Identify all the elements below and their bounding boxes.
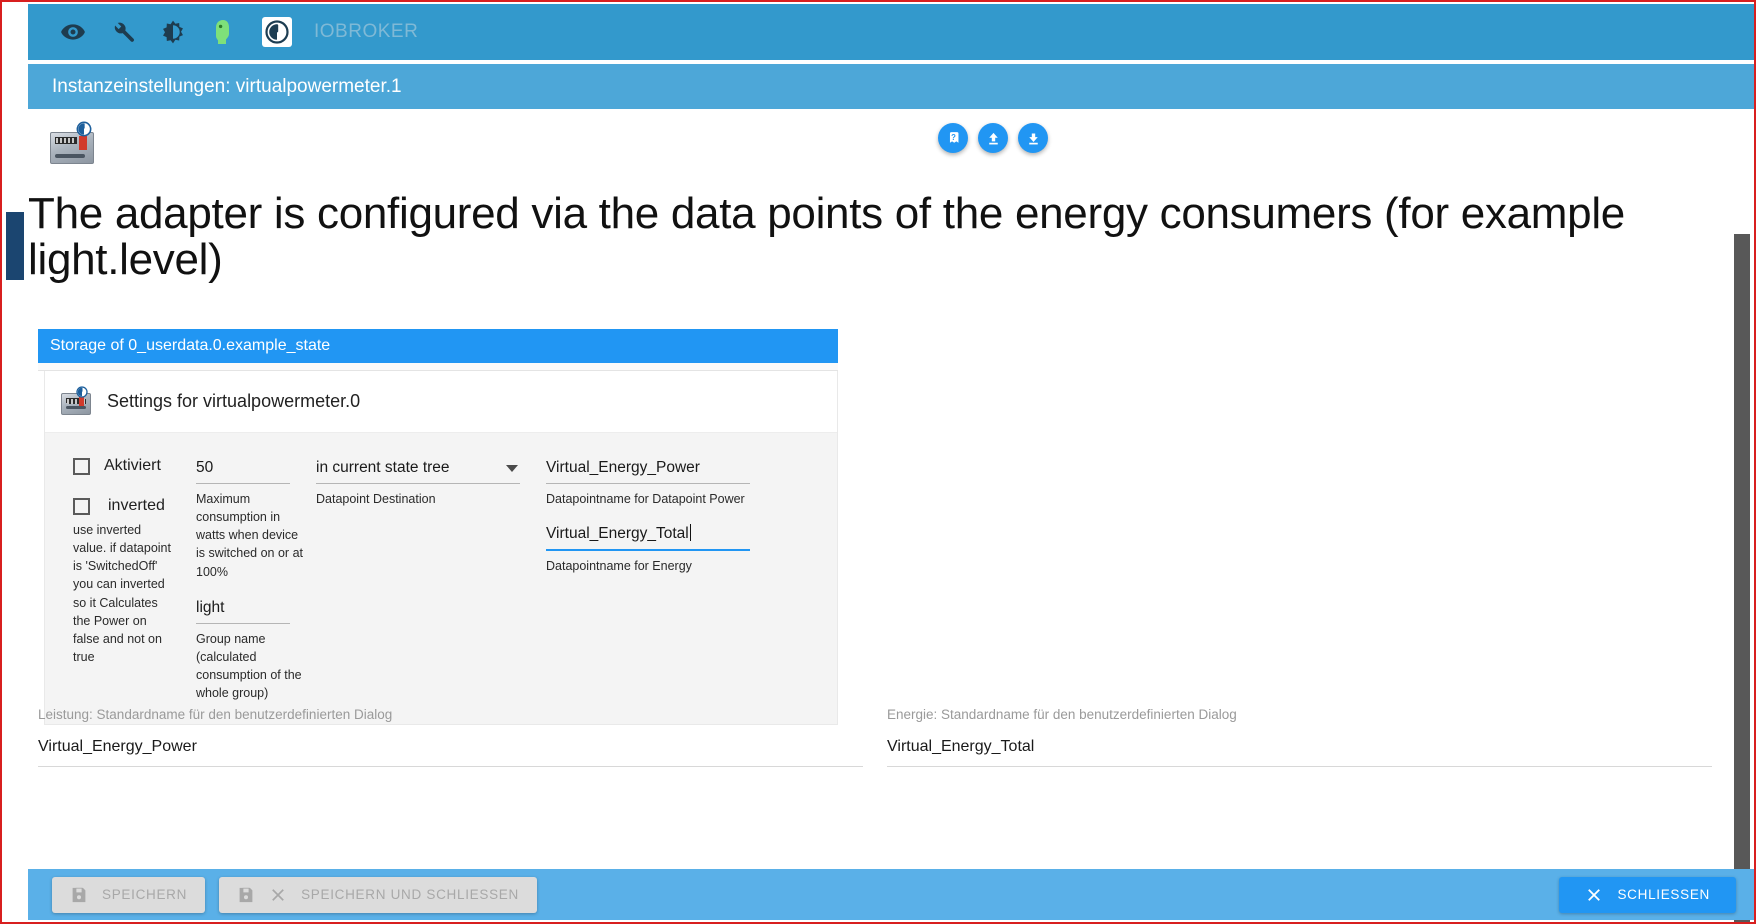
wrench-icon[interactable] xyxy=(108,17,138,47)
help-button[interactable]: ? xyxy=(938,123,968,153)
storage-card: Storage of 0_userdata.0.example_state Se… xyxy=(38,329,838,726)
eye-icon[interactable] xyxy=(58,17,88,47)
datapoint-destination-helper: Datapoint Destination xyxy=(316,492,436,506)
settings-card: Settings for virtualpowermeter.0 Aktivie… xyxy=(44,371,838,726)
leistung-default-name-label: Leistung: Standardname für den benutzerd… xyxy=(38,707,393,722)
app-toolbar: IOBROKER xyxy=(28,4,1754,60)
datapoint-power-value[interactable]: Virtual_Energy_Power xyxy=(546,457,750,484)
max-consumption-value[interactable]: 50 xyxy=(196,457,290,484)
aktiviert-label: Aktiviert xyxy=(104,457,161,474)
datapoint-power-helper: Datapointname for Datapoint Power xyxy=(546,492,745,506)
instance-title-text: Instanzeinstellungen: virtualpowermeter.… xyxy=(52,75,402,97)
datapoint-energy-value: Virtual_Energy_Total xyxy=(546,525,689,543)
settings-column-datapoints: Virtual_Energy_Power Datapointname for D… xyxy=(540,457,770,706)
settings-form: Aktiviert inverted use inverted value. i… xyxy=(45,433,837,725)
user-head-icon[interactable] xyxy=(208,17,238,47)
settings-content-area: ? The adapter is configured via the data… xyxy=(28,109,1738,873)
max-consumption-field[interactable]: 50 Maximum consumption in watts when dev… xyxy=(196,457,304,581)
inverted-checkbox[interactable] xyxy=(73,497,90,515)
brightness-icon[interactable] xyxy=(158,17,188,47)
group-name-helper: Group name (calculated consumption of th… xyxy=(196,631,302,700)
storage-card-strip xyxy=(38,363,838,371)
inverted-helper-text: use inverted value. if datapoint is 'Swi… xyxy=(73,523,171,664)
settings-column-consumption: 50 Maximum consumption in watts when dev… xyxy=(190,457,310,706)
download-button[interactable] xyxy=(1018,123,1048,153)
datapoint-power-field[interactable]: Virtual_Energy_Power Datapointname for D… xyxy=(546,457,764,508)
browser-viewport: IOBROKER Instanzeinstellungen: virtualpo… xyxy=(0,0,1756,924)
leistung-default-name-value[interactable]: Virtual_Energy_Power xyxy=(38,738,863,767)
energie-default-name-label: Energie: Standardname für den benutzerde… xyxy=(887,707,1237,722)
close-button[interactable]: SCHLIESSEN xyxy=(1559,876,1736,913)
upload-button[interactable] xyxy=(978,123,1008,153)
aktiviert-checkbox[interactable] xyxy=(73,457,90,475)
adapter-logo-icon xyxy=(48,121,98,166)
datapoint-energy-field[interactable]: Virtual_Energy_Total Datapointname for E… xyxy=(546,522,764,575)
vertical-scrollbar-thumb[interactable] xyxy=(1734,234,1750,922)
chevron-down-icon[interactable] xyxy=(506,464,518,472)
save-button[interactable]: SPEICHERN xyxy=(52,876,206,913)
inverted-label: inverted xyxy=(108,497,165,514)
instance-title-bar: Instanzeinstellungen: virtualpowermeter.… xyxy=(28,64,1754,109)
group-name-value[interactable]: light xyxy=(196,597,290,624)
close-x-icon xyxy=(1588,888,1601,901)
energie-default-name-value[interactable]: Virtual_Energy_Total xyxy=(887,738,1712,767)
save-button-label: SPEICHERN xyxy=(102,887,188,902)
header-action-buttons: ? xyxy=(938,123,1048,153)
datapoint-energy-helper: Datapointname for Energy xyxy=(546,559,692,574)
left-edge-accent xyxy=(6,212,24,280)
dialog-action-bar: SPEICHERN SPEICHERN UND SCHLIESSEN SCHLI… xyxy=(28,869,1754,920)
storage-card-header: Storage of 0_userdata.0.example_state xyxy=(38,329,838,363)
svg-text:?: ? xyxy=(951,132,956,141)
save-disk-icon xyxy=(239,887,253,902)
settings-card-header: Settings for virtualpowermeter.0 xyxy=(45,371,837,433)
energie-default-name-field[interactable]: Energie: Standardname für den benutzerde… xyxy=(887,707,1712,767)
close-x-icon xyxy=(272,888,284,901)
default-name-fields: Leistung: Standardname für den benutzerd… xyxy=(38,707,1728,767)
brand-label: IOBROKER xyxy=(314,21,419,42)
text-cursor xyxy=(689,524,691,542)
adapter-mini-logo-icon xyxy=(59,385,91,417)
aktiviert-checkbox-row[interactable]: Aktiviert xyxy=(73,457,184,475)
iobroker-logo-icon[interactable] xyxy=(262,17,292,47)
settings-column-destination: in current state tree Datapoint Destinat… xyxy=(310,457,540,706)
max-consumption-helper: Maximum consumption in watts when device… xyxy=(196,492,303,579)
settings-card-title: Settings for virtualpowermeter.0 xyxy=(107,391,361,411)
close-button-label: SCHLIESSEN xyxy=(1617,887,1710,902)
save-disk-icon xyxy=(72,887,86,902)
inverted-checkbox-row[interactable]: inverted xyxy=(73,497,184,515)
settings-column-checkboxes: Aktiviert inverted use inverted value. i… xyxy=(45,457,190,706)
page-headline: The adapter is configured via the data p… xyxy=(28,189,1625,285)
leistung-default-name-field[interactable]: Leistung: Standardname für den benutzerd… xyxy=(38,707,863,767)
datapoint-destination-control[interactable]: in current state tree xyxy=(316,457,520,484)
storage-card-header-text: Storage of 0_userdata.0.example_state xyxy=(50,337,331,354)
datapoint-energy-control[interactable]: Virtual_Energy_Total xyxy=(546,522,750,552)
save-and-close-button[interactable]: SPEICHERN UND SCHLIESSEN xyxy=(219,876,537,913)
datapoint-destination-field[interactable]: in current state tree Datapoint Destinat… xyxy=(316,457,520,508)
save-and-close-button-label: SPEICHERN UND SCHLIESSEN xyxy=(301,887,519,902)
vertical-scrollbar-track[interactable] xyxy=(1734,109,1752,922)
group-name-field[interactable]: light Group name (calculated consumption… xyxy=(196,597,304,703)
datapoint-destination-value: in current state tree xyxy=(316,459,450,476)
